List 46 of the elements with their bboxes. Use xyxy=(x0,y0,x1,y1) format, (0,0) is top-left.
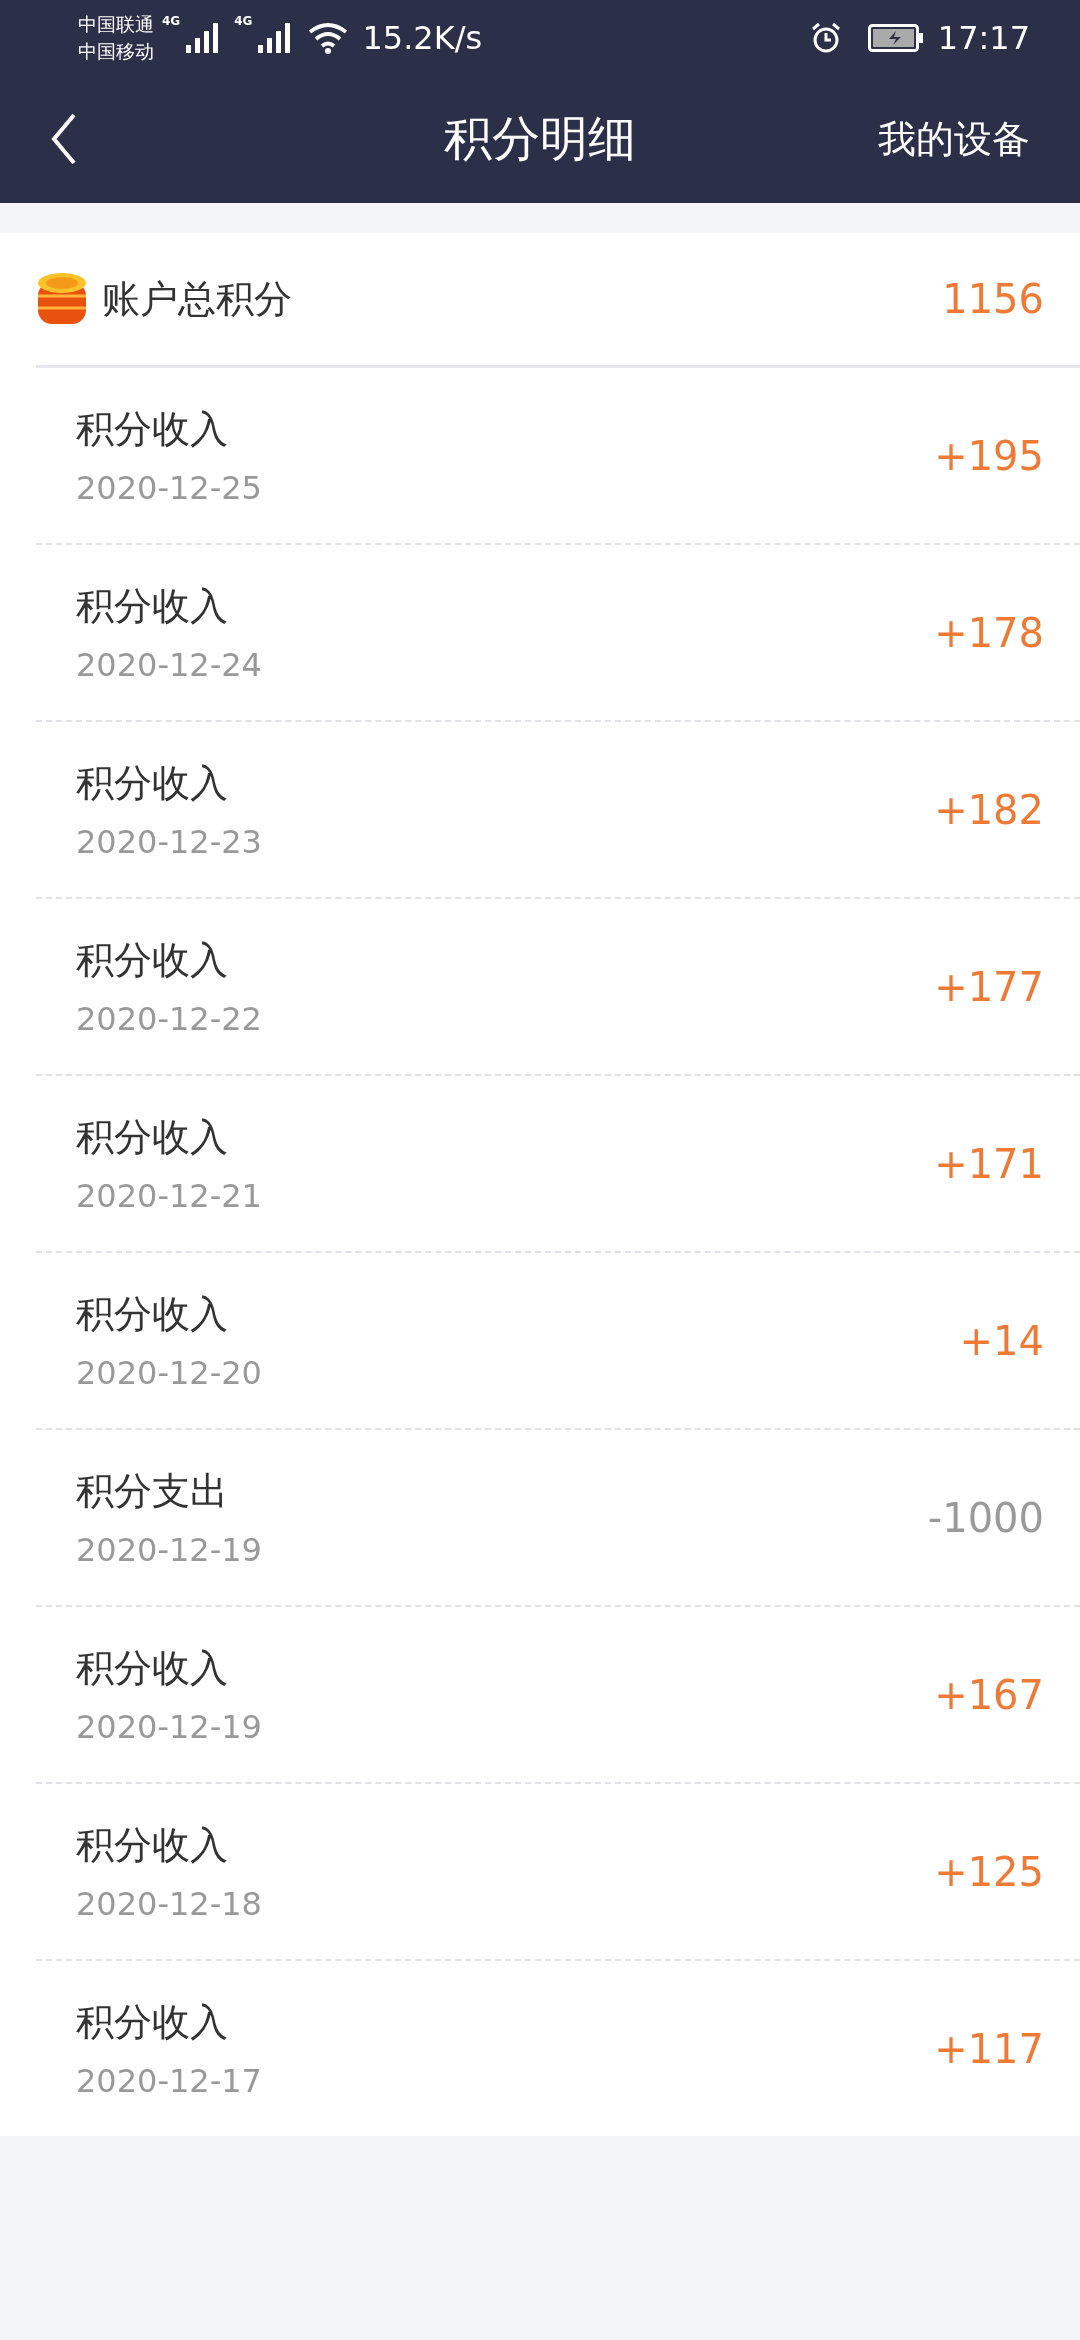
total-points-value: 1156 xyxy=(942,276,1044,322)
network-speed: 15.2K/s xyxy=(362,18,483,57)
transaction-date: 2020-12-19 xyxy=(76,1531,263,1569)
transaction-date: 2020-12-18 xyxy=(76,1885,263,1923)
back-button[interactable] xyxy=(50,111,78,167)
transaction-amount: +125 xyxy=(934,1848,1044,1895)
my-devices-button[interactable]: 我的设备 xyxy=(878,113,1030,165)
transaction-date: 2020-12-25 xyxy=(76,469,263,507)
transaction-title: 积分收入 xyxy=(76,760,229,807)
network-type-label: 4G xyxy=(234,14,253,28)
transaction-amount: +14 xyxy=(959,1317,1044,1364)
transaction-amount: -1000 xyxy=(927,1494,1044,1541)
transaction-title: 积分收入 xyxy=(76,406,229,453)
transaction-title: 积分收入 xyxy=(76,1114,229,1161)
total-points-label: 账户总积分 xyxy=(102,275,292,323)
transaction-title: 积分收入 xyxy=(76,937,229,984)
page-title: 积分明细 xyxy=(444,109,636,168)
carrier-name: 中国联通 xyxy=(78,11,154,37)
transaction-date: 2020-12-19 xyxy=(76,1708,263,1746)
transaction-title: 积分收入 xyxy=(76,1645,229,1692)
transaction-amount: +167 xyxy=(934,1671,1044,1718)
transaction-amount: +171 xyxy=(934,1140,1044,1187)
signal-icon xyxy=(186,22,221,53)
alarm-icon xyxy=(809,21,842,54)
carrier-name: 中国移动 xyxy=(78,38,154,64)
transaction-title: 积分支出 xyxy=(76,1468,229,1515)
transaction-date: 2020-12-24 xyxy=(76,646,263,684)
transaction-date: 2020-12-22 xyxy=(76,1000,263,1038)
clock-time: 17:17 xyxy=(937,18,1030,57)
transaction-title: 积分收入 xyxy=(76,1822,229,1869)
transaction-title: 积分收入 xyxy=(76,1999,229,2046)
transaction-amount: +178 xyxy=(934,609,1044,656)
transaction-date: 2020-12-21 xyxy=(76,1177,263,1215)
transaction-amount: +195 xyxy=(934,432,1044,479)
network-type-label: 4G xyxy=(162,14,181,28)
wifi-icon xyxy=(308,21,349,54)
transaction-amount: +182 xyxy=(934,786,1044,833)
signal-icon xyxy=(258,22,293,53)
transaction-date: 2020-12-20 xyxy=(76,1354,263,1392)
transaction-date: 2020-12-23 xyxy=(76,823,263,861)
transaction-title: 积分收入 xyxy=(76,1291,229,1338)
transaction-title: 积分收入 xyxy=(76,583,229,630)
transaction-date: 2020-12-17 xyxy=(76,2062,263,2100)
transaction-amount: +177 xyxy=(934,963,1044,1010)
transaction-amount: +117 xyxy=(934,2025,1044,2072)
battery-icon xyxy=(867,23,924,52)
